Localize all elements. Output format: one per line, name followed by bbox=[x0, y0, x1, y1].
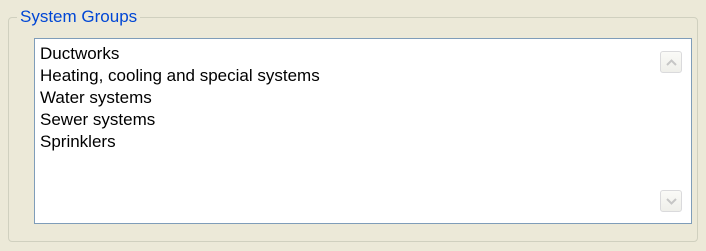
scroll-down-button[interactable] bbox=[660, 190, 682, 212]
system-groups-panel: System Groups Ductworks Heating, cooling… bbox=[0, 0, 706, 251]
system-groups-listbox[interactable]: Ductworks Heating, cooling and special s… bbox=[34, 38, 692, 224]
chevron-up-icon bbox=[666, 59, 677, 66]
list-item-heating-cooling[interactable]: Heating, cooling and special systems bbox=[35, 65, 651, 87]
list-item-sprinklers[interactable]: Sprinklers bbox=[35, 131, 651, 153]
list-items: Ductworks Heating, cooling and special s… bbox=[35, 39, 651, 223]
list-item-water-systems[interactable]: Water systems bbox=[35, 87, 651, 109]
vertical-scrollbar[interactable] bbox=[651, 39, 691, 223]
list-item-ductworks[interactable]: Ductworks bbox=[35, 43, 651, 65]
system-groups-title: System Groups bbox=[17, 6, 141, 28]
scroll-up-button[interactable] bbox=[660, 51, 682, 73]
list-item-sewer-systems[interactable]: Sewer systems bbox=[35, 109, 651, 131]
chevron-down-icon bbox=[666, 198, 677, 205]
